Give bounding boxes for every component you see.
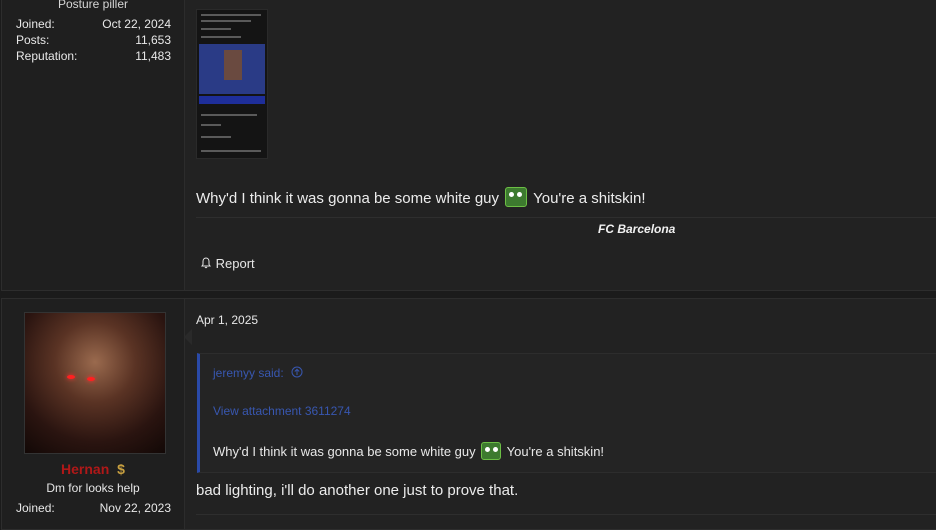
stat-value: 11,653 (135, 33, 171, 47)
arrow-up-circle-icon (291, 366, 303, 378)
stat-value: Nov 22, 2023 (99, 501, 171, 515)
report-label: Report (215, 256, 255, 271)
quote-text-part: Why'd I think it was gonna be some white… (213, 444, 476, 459)
user-title: Dm for looks help (46, 481, 140, 495)
stat-label: Reputation: (16, 49, 78, 63)
quote-author[interactable]: jeremyy said: (213, 366, 303, 380)
quote-text-part: You're a shitskin! (506, 444, 605, 459)
message-text: Why'd I think it was gonna be some white… (196, 190, 500, 207)
stat-value: Oct 22, 2024 (102, 17, 171, 31)
user-title: Posture piller (57, 0, 129, 11)
stat-value: 11,483 (135, 49, 171, 63)
post: Posture piller Joined: Oct 22, 2024 Post… (1, 0, 936, 291)
reply-text: bad lighting, i'll do another one just t… (196, 482, 519, 499)
post: Hernan $ Dm for looks help Joined: Nov 2… (1, 298, 936, 530)
post-date[interactable]: Apr 1, 2025 (196, 313, 258, 327)
dollar-icon: $ (117, 461, 125, 477)
user-sidebar: Posture piller Joined: Oct 22, 2024 Post… (2, 0, 185, 290)
stat-label: Joined: (16, 17, 55, 31)
post-message: Why'd I think it was gonna be some white… (196, 187, 646, 207)
user-sidebar: Hernan $ Dm for looks help Joined: Nov 2… (2, 299, 192, 529)
quote-text: Why'd I think it was gonna be some white… (213, 442, 604, 460)
stat-label: Joined: (16, 501, 55, 515)
username-text: Hernan (61, 461, 110, 477)
attachment-link[interactable]: View attachment 3611274 (213, 404, 351, 418)
divider (196, 514, 936, 515)
username[interactable]: Hernan $ (2, 461, 184, 477)
message-text: You're a shitskin! (533, 190, 646, 207)
post-pointer (184, 329, 192, 345)
attachment-thumbnail[interactable] (196, 9, 268, 159)
report-button[interactable]: Report (200, 256, 255, 271)
pepe-laugh-icon (505, 187, 528, 207)
post-content: Apr 1, 2025 jeremyy said: View attachmen… (196, 299, 936, 529)
pepe-laugh-icon (481, 442, 502, 460)
bell-icon (201, 257, 211, 269)
avatar[interactable] (24, 312, 166, 454)
quote-author-text: jeremyy said: (213, 366, 284, 380)
post-content: Why'd I think it was gonna be some white… (196, 0, 936, 290)
signature-divider (196, 217, 936, 218)
stat-label: Posts: (16, 33, 50, 47)
signature: FC Barcelona (598, 222, 676, 236)
quote-block: jeremyy said: View attachment 3611274 Wh… (197, 353, 936, 473)
